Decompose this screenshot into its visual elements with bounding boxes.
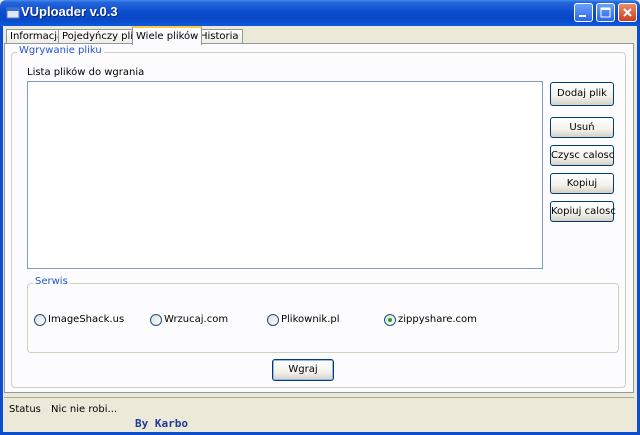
app-icon	[6, 7, 20, 19]
title-bar[interactable]: VUploader v.0.3	[0, 0, 640, 26]
tab-pojedynczy-plik[interactable]: Pojedyńczy plik	[58, 29, 143, 44]
file-list-label: Lista plików do wgrania	[27, 67, 145, 78]
maximize-button[interactable]	[596, 3, 615, 22]
radio-label-imageshack[interactable]: ImageShack.us	[48, 314, 124, 325]
tab-wiele-plikow[interactable]: Wiele plików	[132, 26, 203, 45]
radio-label-plikownik[interactable]: Plikownik.pl	[281, 314, 340, 325]
file-list[interactable]	[27, 81, 543, 269]
window-frame-left	[0, 26, 3, 435]
clear-all-button[interactable]: Czysc calosc	[550, 145, 614, 166]
window-title: VUploader v.0.3	[21, 4, 118, 19]
radio-label-wrzucaj[interactable]: Wrzucaj.com	[164, 314, 228, 325]
radio-wrzucaj[interactable]	[150, 314, 162, 326]
upload-group-legend: Wgrywanie pliku	[17, 45, 104, 56]
upload-button[interactable]: Wgraj	[272, 359, 334, 381]
maximize-icon	[600, 7, 611, 18]
close-button[interactable]	[618, 3, 637, 22]
author-credit: By Karbo	[135, 417, 188, 430]
status-value: Nic nie robi...	[51, 404, 118, 415]
copy-all-button[interactable]: Kopiuj calosc	[550, 201, 616, 222]
status-separator	[4, 397, 634, 398]
status-label: Status	[9, 404, 41, 415]
remove-button[interactable]: Usuń	[550, 117, 614, 138]
service-group-legend: Serwis	[33, 276, 70, 287]
radio-plikownik[interactable]	[267, 314, 279, 326]
minimize-button[interactable]	[574, 3, 593, 22]
radio-imageshack[interactable]	[34, 314, 46, 326]
radio-zippyshare[interactable]	[384, 314, 396, 326]
tab-historia[interactable]: Historia	[196, 29, 243, 44]
minimize-icon	[579, 15, 586, 17]
radio-label-zippyshare[interactable]: zippyshare.com	[398, 314, 477, 325]
close-icon	[623, 8, 632, 17]
add-file-button[interactable]: Dodaj plik	[550, 82, 614, 106]
copy-button[interactable]: Kopiuj	[550, 173, 614, 194]
radio-selected-dot	[388, 318, 392, 322]
